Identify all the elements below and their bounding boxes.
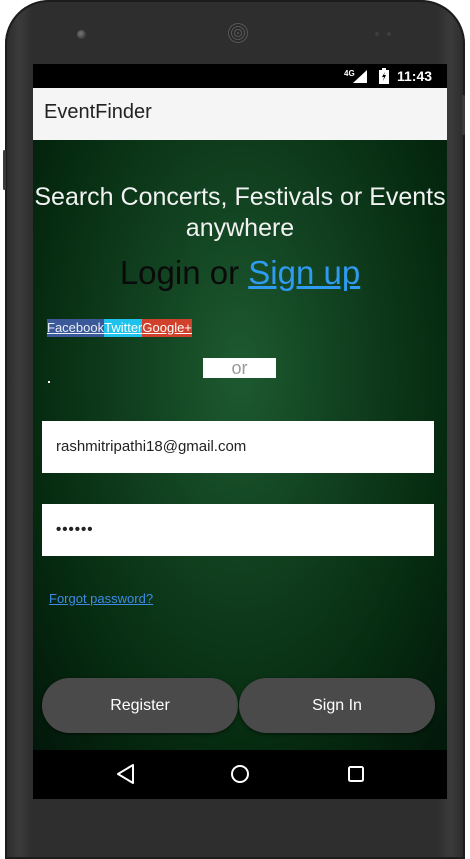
speaker-grille xyxy=(227,22,249,44)
login-content: Search Concerts, Festivals or Events any… xyxy=(33,140,447,750)
twitter-login-button[interactable]: Twitter xyxy=(104,319,143,337)
google-login-button[interactable]: Google+ xyxy=(142,319,192,337)
login-row: Login or Sign up xyxy=(33,254,447,292)
battery-icon xyxy=(379,68,389,87)
side-button-left xyxy=(3,150,6,190)
signup-link[interactable]: Sign up xyxy=(248,254,360,291)
email-field[interactable]: rashmitripathi18@gmail.com xyxy=(42,421,434,473)
home-icon[interactable] xyxy=(228,762,252,786)
back-icon[interactable] xyxy=(115,762,139,786)
device-screen: 4G 11:43 EventFinder Search Concerts, Fe… xyxy=(33,64,447,799)
app-title: EventFinder xyxy=(44,101,152,123)
sensor-dot xyxy=(387,32,391,36)
recents-icon[interactable] xyxy=(344,762,368,786)
power-button xyxy=(462,95,465,135)
social-login-row: FacebookTwitterGoogle+ xyxy=(47,319,192,337)
status-bar: 4G 11:43 xyxy=(33,64,447,88)
headline: Search Concerts, Festivals or Events any… xyxy=(34,183,446,242)
sign-in-button[interactable]: Sign In xyxy=(239,678,435,733)
facebook-login-button[interactable]: Facebook xyxy=(47,319,105,337)
forgot-password-link[interactable]: Forgot password? xyxy=(49,591,153,606)
signal-icon xyxy=(353,70,367,86)
phone-frame: 4G 11:43 EventFinder Search Concerts, Fe… xyxy=(3,0,465,859)
sensor-dot xyxy=(375,32,379,36)
login-text: Login or xyxy=(119,254,249,291)
or-separator: or xyxy=(203,358,276,378)
dot-marker xyxy=(48,381,50,383)
password-field[interactable]: •••••• xyxy=(42,504,434,556)
navigation-bar xyxy=(33,750,447,799)
status-time: 11:43 xyxy=(397,68,433,84)
app-bar: EventFinder xyxy=(33,88,447,140)
register-button[interactable]: Register xyxy=(42,678,238,733)
front-camera xyxy=(77,30,86,39)
